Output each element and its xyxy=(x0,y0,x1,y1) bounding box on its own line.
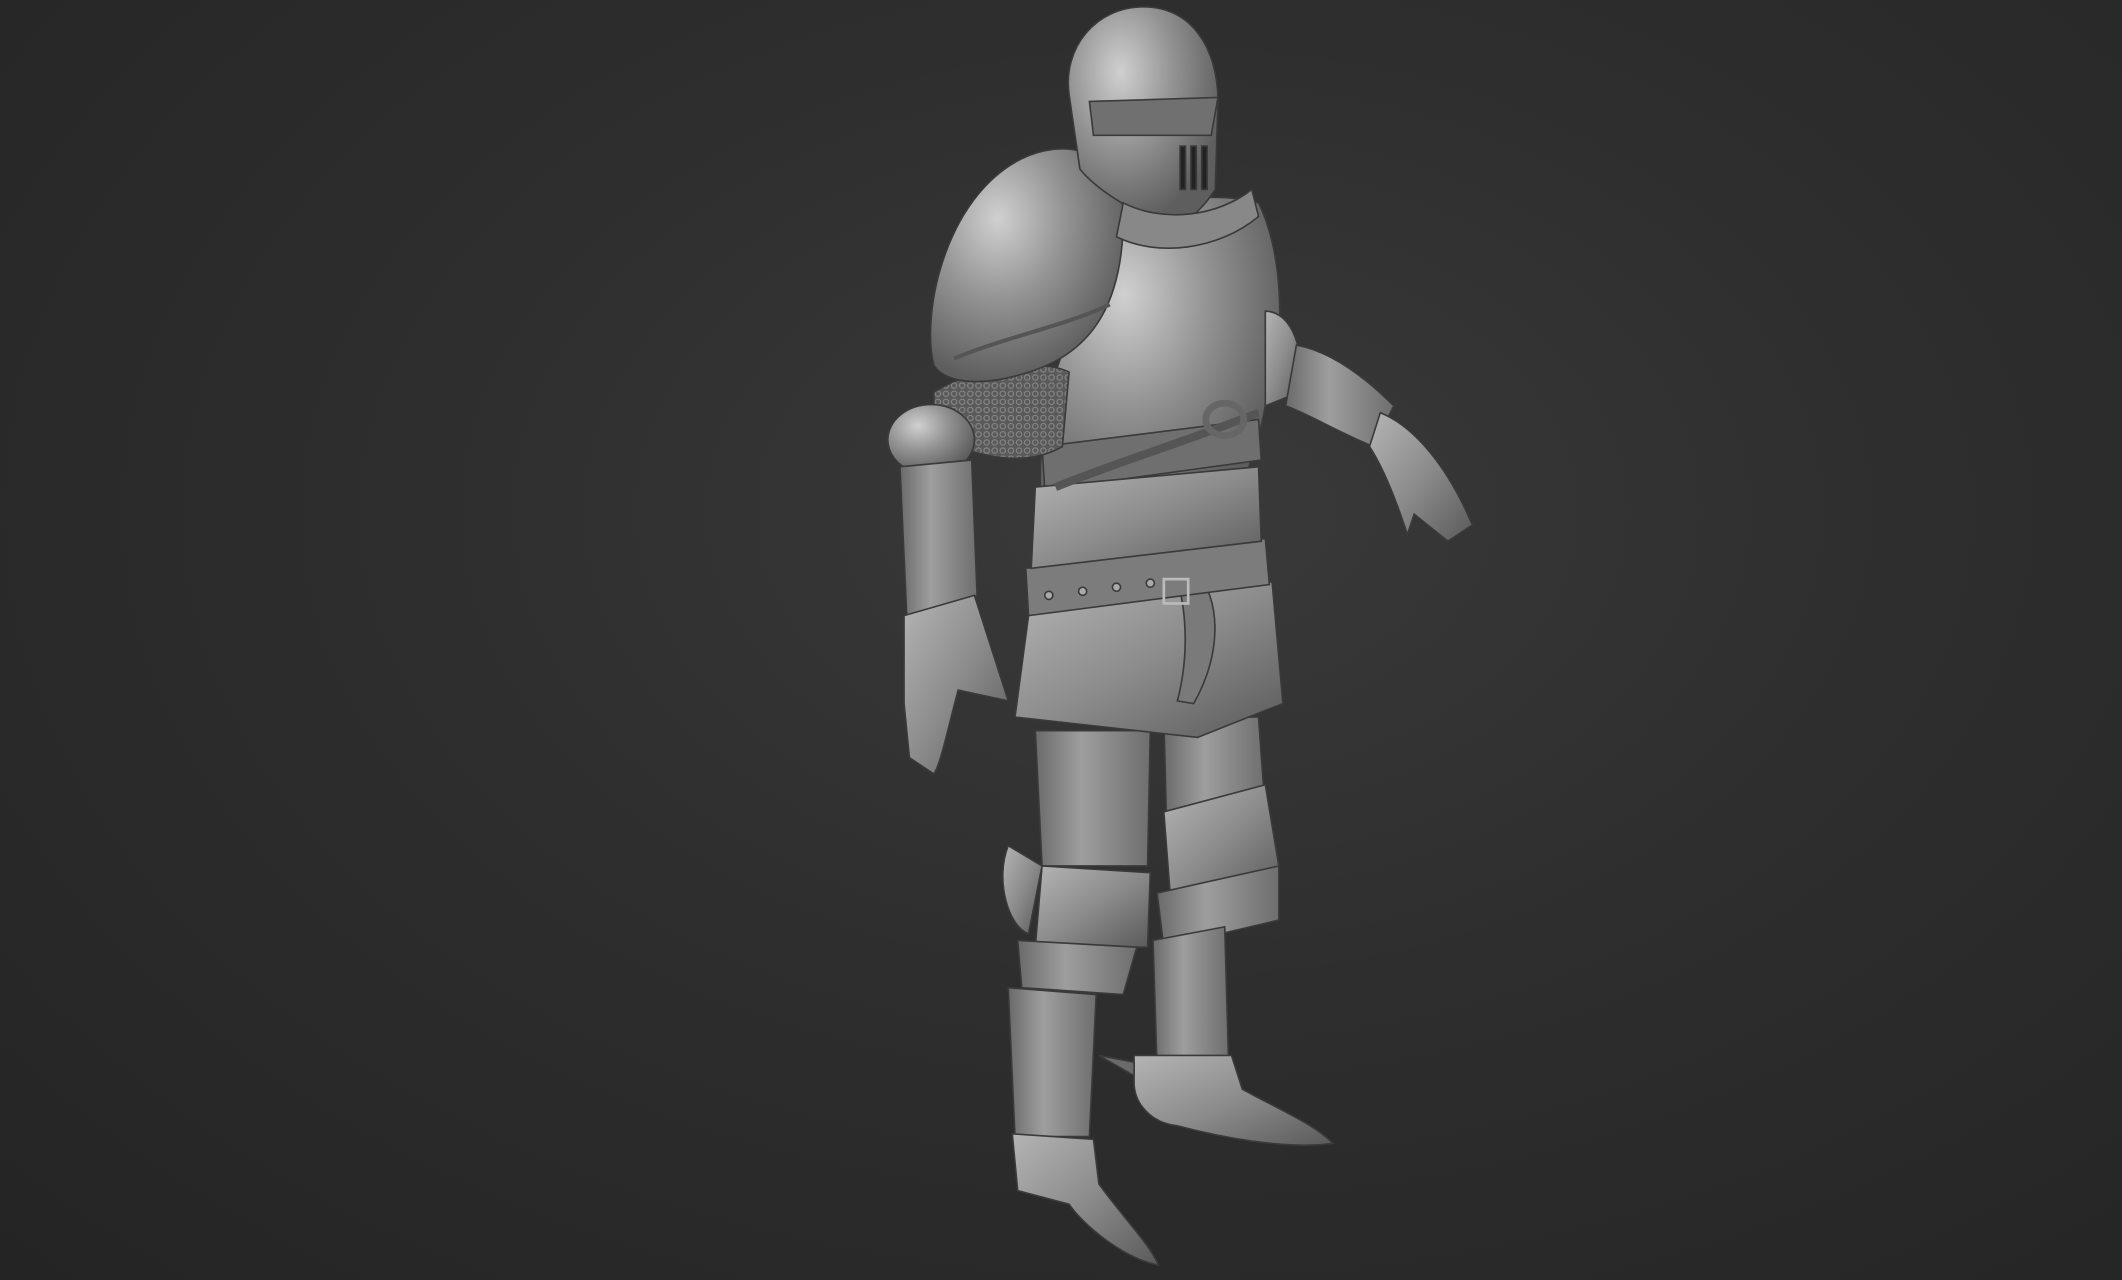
left-leg xyxy=(1001,729,1160,1267)
right-arm xyxy=(1264,310,1474,543)
knight-render xyxy=(886,5,1474,1267)
render-viewport xyxy=(0,0,2122,1280)
left-arm xyxy=(886,403,1010,776)
